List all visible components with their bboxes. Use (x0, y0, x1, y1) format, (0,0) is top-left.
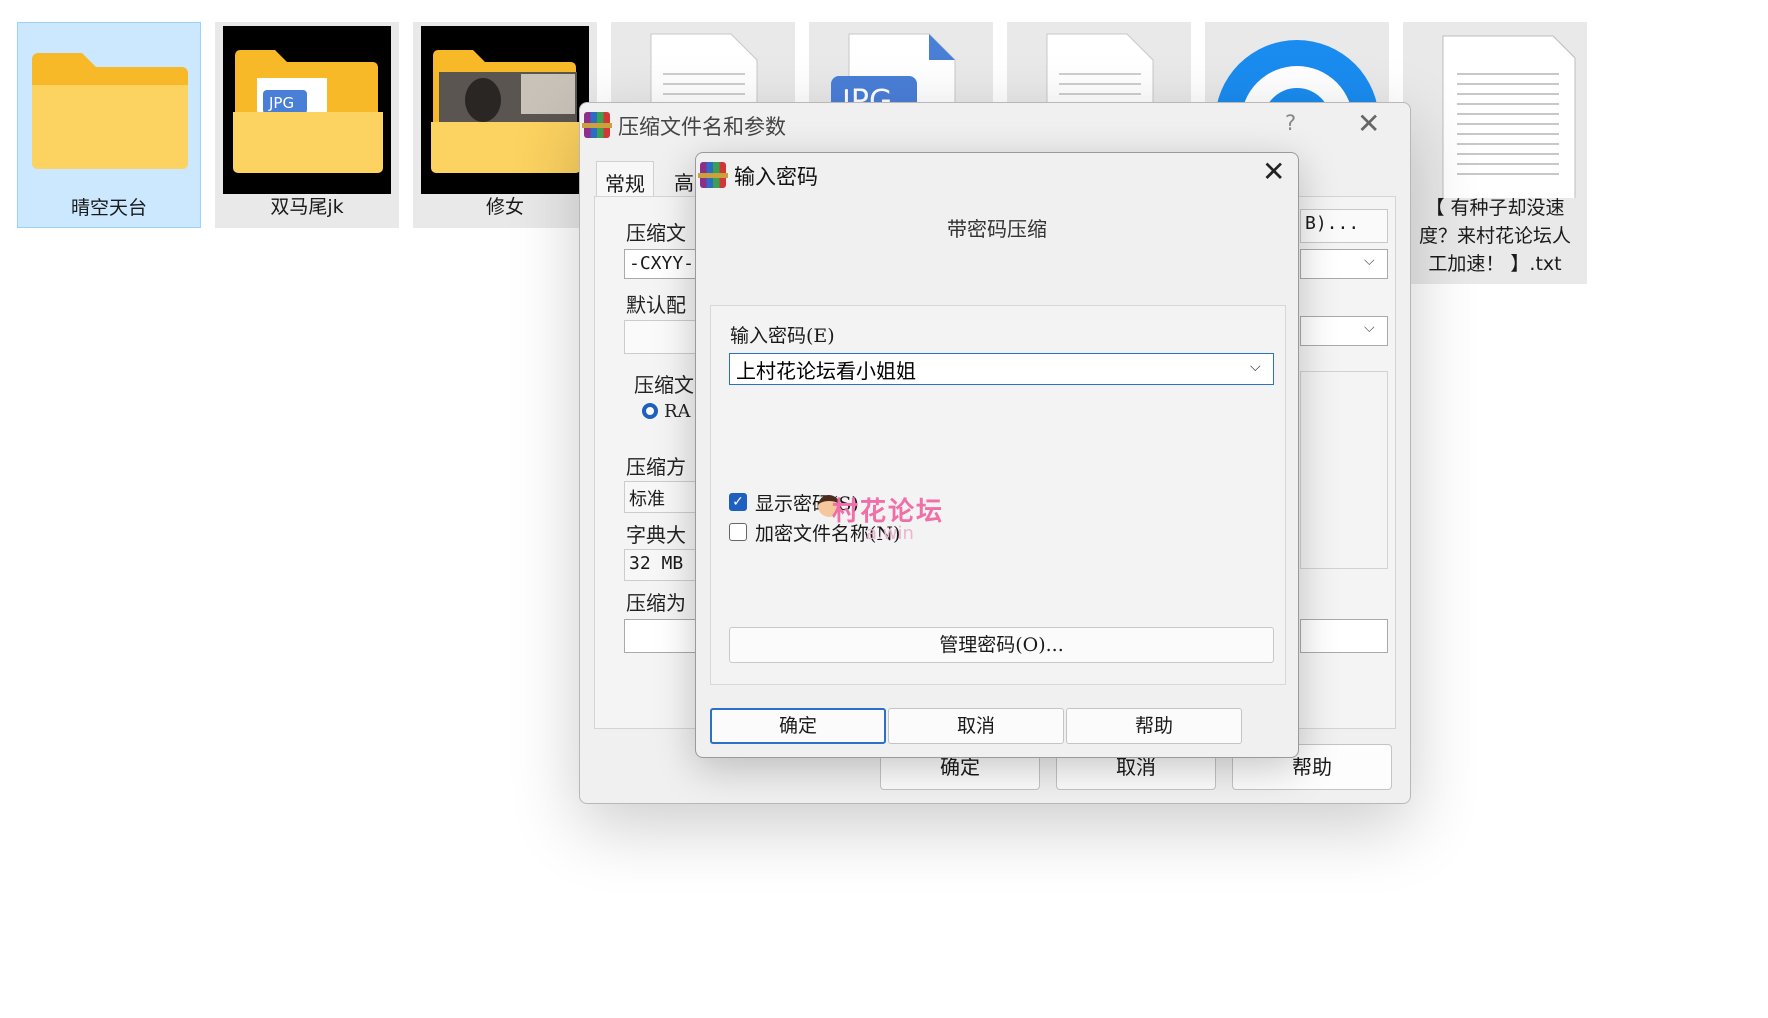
ok-button[interactable]: 确定 (710, 708, 886, 744)
manage-passwords-button[interactable]: 管理密码(O)... (729, 627, 1274, 663)
text-file-icon (1403, 22, 1587, 207)
folder-photo-icon (421, 26, 589, 194)
format-radio-rar[interactable] (642, 403, 658, 419)
password-label: 输入密码(E) (730, 325, 835, 347)
file-tile-txt[interactable]: 【 有种子却没速度？来村花论坛人工加速！ 】.txt (1403, 22, 1587, 284)
show-password-checkbox[interactable]: ✓ (729, 493, 747, 511)
encrypt-names-checkbox[interactable] (729, 523, 747, 541)
format-group-label: 压缩文 (634, 373, 694, 397)
file-name: 【 有种子却没速度？来村花论坛人工加速！ 】.txt (1418, 197, 1571, 275)
archive-name-label: 压缩文 (626, 221, 686, 245)
winrar-icon (698, 162, 728, 188)
split-volume-label: 压缩为 (626, 591, 686, 615)
chevron-down-icon[interactable]: ⌵ (1250, 359, 1261, 375)
format-radio-label: RA (664, 401, 691, 422)
tab-general[interactable]: 常规 (596, 161, 654, 197)
close-icon[interactable]: ✕ (1357, 107, 1380, 140)
file-tile-folder-1[interactable]: 晴空天台 (17, 22, 201, 228)
cancel-button[interactable]: 取消 (888, 708, 1064, 744)
folder-jpg-icon: JPG (223, 26, 391, 194)
chevron-down-icon: ⌵ (1364, 253, 1375, 269)
file-name: 双马尾jk (270, 196, 344, 218)
browse-button[interactable]: B)... (1300, 209, 1388, 243)
svg-text:JPG: JPG (268, 94, 294, 112)
file-tile-folder-3[interactable]: 修女 (413, 22, 597, 228)
file-name: 晴空天台 (70, 197, 147, 219)
watermark-subtext: a.win (866, 523, 914, 544)
help-icon[interactable]: ? (1285, 111, 1296, 135)
split-unit-field[interactable] (1300, 619, 1388, 653)
dialog-title: 压缩文件名和参数 (618, 115, 786, 139)
help-button[interactable]: 帮助 (1066, 708, 1242, 744)
file-tile-folder-2[interactable]: JPG 双马尾jk (215, 22, 399, 228)
dictionary-label: 字典大 (626, 523, 686, 547)
chevron-down-icon: ⌵ (1364, 320, 1375, 336)
winrar-icon (582, 112, 612, 138)
default-profile-label: 默认配 (626, 293, 686, 317)
options-panel (1300, 371, 1388, 569)
close-icon[interactable]: ✕ (1262, 155, 1285, 188)
method-label: 压缩方 (626, 455, 686, 479)
folder-icon (18, 23, 200, 199)
file-name: 修女 (485, 196, 524, 218)
dialog-title: 输入密码 (734, 165, 818, 189)
dialog-heading: 带密码压缩 (947, 217, 1047, 241)
password-input[interactable] (729, 353, 1274, 385)
password-dialog: 输入密码 ✕ 带密码压缩 输入密码(E) ⌵ ✓ 显示密码(S) 加密文件名称(… (695, 152, 1299, 758)
